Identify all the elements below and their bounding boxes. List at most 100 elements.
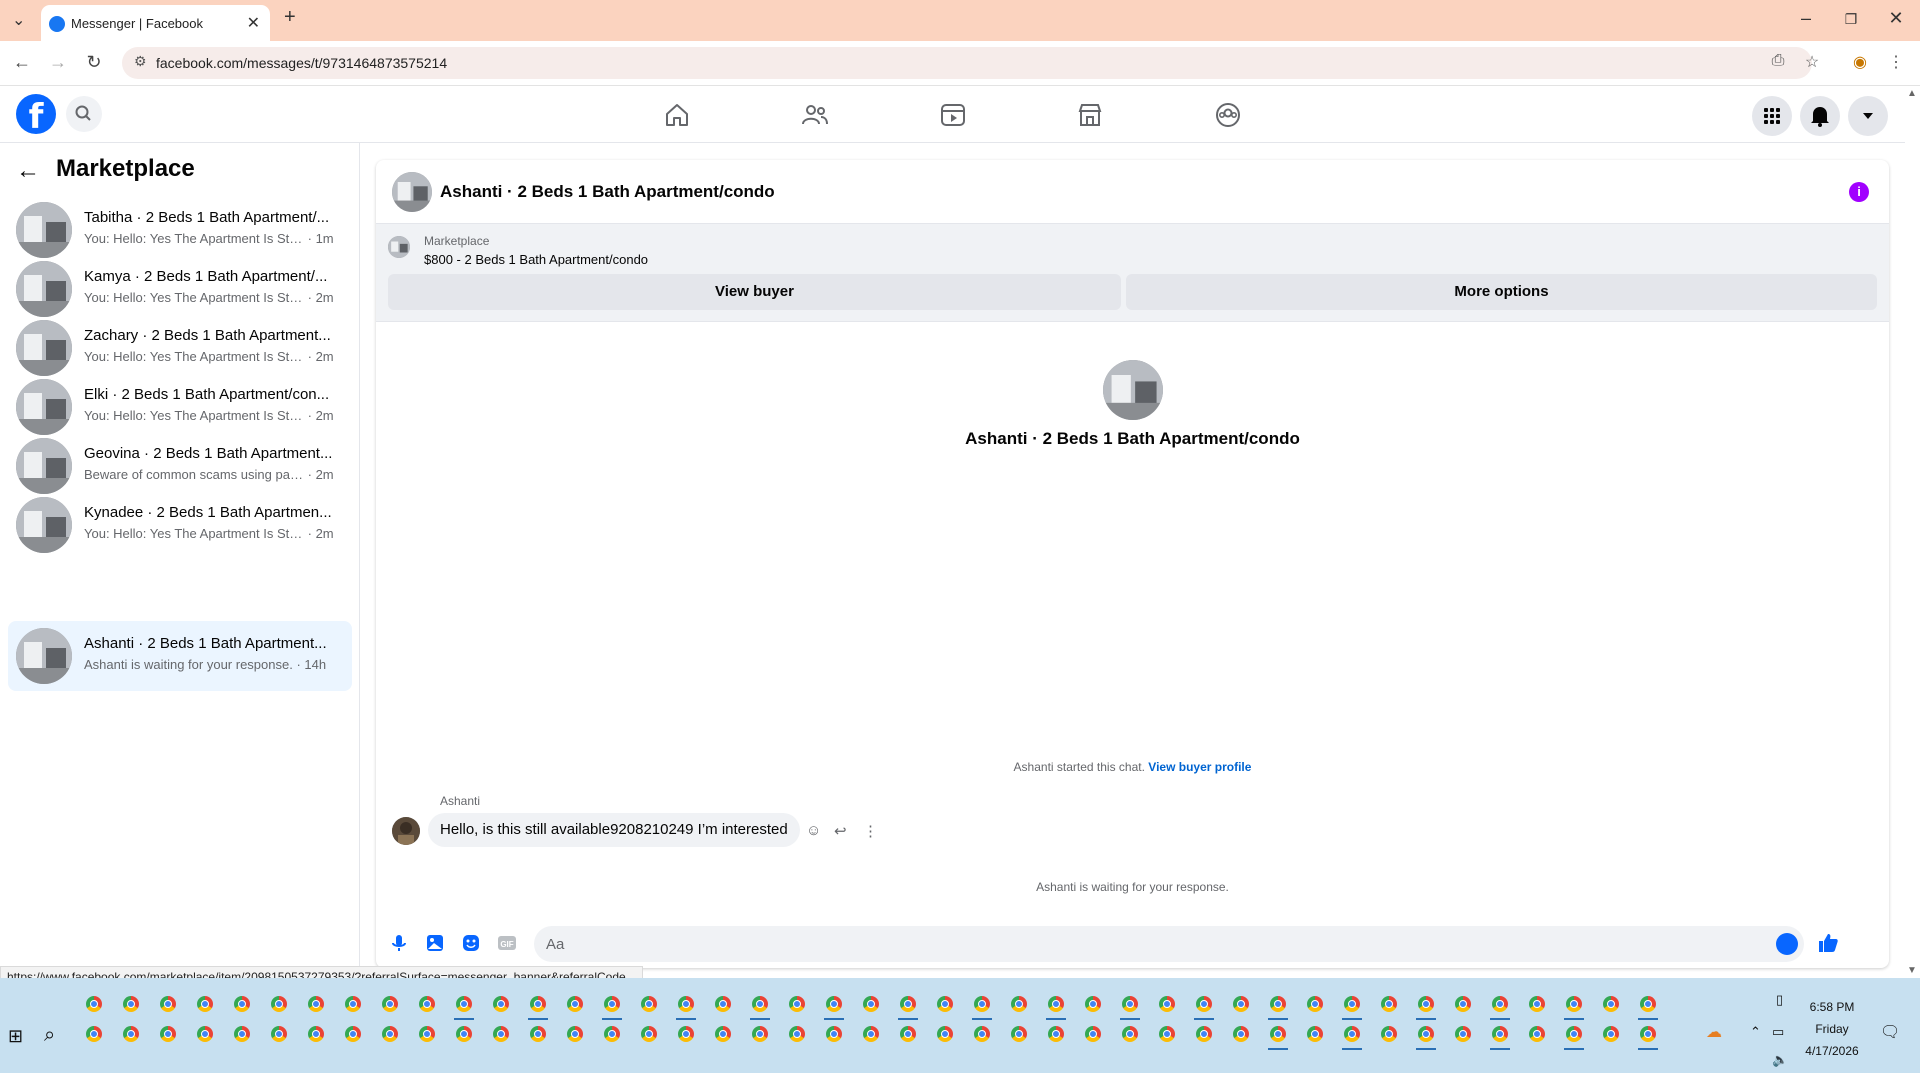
back-arrow-icon[interactable]: ← — [16, 157, 40, 185]
tab-close-icon[interactable]: ✕ — [247, 13, 260, 33]
chrome-taskbar-icon[interactable] — [1344, 996, 1360, 1012]
forward-icon[interactable]: → — [46, 52, 70, 73]
chrome-taskbar-icon[interactable] — [1196, 996, 1212, 1012]
chrome-taskbar-icon[interactable] — [900, 1026, 916, 1042]
chrome-taskbar-icon[interactable] — [1085, 996, 1101, 1012]
chrome-taskbar-icon[interactable] — [345, 996, 361, 1012]
chrome-taskbar-icon[interactable] — [678, 996, 694, 1012]
chrome-taskbar-icon[interactable] — [197, 1026, 213, 1042]
battery-icon[interactable]: ▯ — [1776, 992, 1783, 1008]
reload-icon[interactable]: ↻ — [82, 52, 106, 73]
chrome-taskbar-icon[interactable] — [974, 1026, 990, 1042]
chrome-taskbar-icon[interactable] — [1529, 996, 1545, 1012]
chrome-taskbar-icon[interactable] — [1566, 1026, 1582, 1042]
chrome-taskbar-icon[interactable] — [974, 996, 990, 1012]
chrome-taskbar-icon[interactable] — [826, 1026, 842, 1042]
chrome-taskbar-icon[interactable] — [1233, 1026, 1249, 1042]
friends-icon[interactable] — [800, 100, 830, 130]
chrome-taskbar-icon[interactable] — [863, 996, 879, 1012]
windows-start-icon[interactable]: ⊞ — [8, 1026, 23, 1047]
chrome-taskbar-icon[interactable] — [1270, 996, 1286, 1012]
message-input[interactable]: Aa — [534, 926, 1804, 962]
tab-search-icon[interactable]: ⌄ — [12, 10, 25, 30]
listing-link[interactable]: $800 - 2 Beds 1 Bath Apartment/condo — [424, 252, 648, 267]
view-buyer-profile-link[interactable]: View buyer profile — [1148, 760, 1251, 774]
chrome-taskbar-icon[interactable] — [1381, 1026, 1397, 1042]
chrome-taskbar-icon[interactable] — [160, 1026, 176, 1042]
chrome-taskbar-icon[interactable] — [1492, 996, 1508, 1012]
chrome-taskbar-icon[interactable] — [789, 1026, 805, 1042]
chrome-taskbar-icon[interactable] — [1233, 996, 1249, 1012]
chrome-taskbar-icon[interactable] — [234, 1026, 250, 1042]
scroll-down-icon[interactable]: ▼ — [1907, 965, 1917, 976]
chrome-taskbar-icon[interactable] — [1455, 1026, 1471, 1042]
site-info-icon[interactable]: ⚙ — [134, 53, 147, 70]
back-icon[interactable]: ← — [10, 52, 34, 73]
chrome-taskbar-icon[interactable] — [530, 1026, 546, 1042]
intro-avatar[interactable] — [1102, 360, 1163, 420]
restore-icon[interactable]: ❐ — [1831, 11, 1871, 28]
chrome-taskbar-icon[interactable] — [123, 1026, 139, 1042]
chrome-taskbar-icon[interactable] — [345, 1026, 361, 1042]
chrome-taskbar-icon[interactable] — [1011, 1026, 1027, 1042]
window-close-icon[interactable]: ✕ — [1876, 8, 1916, 29]
tray-chevron-icon[interactable]: ⌃ — [1750, 1024, 1761, 1040]
page-scrollbar[interactable]: ▲ ▼ — [1905, 86, 1920, 978]
notification-center-icon[interactable]: 🗨 — [1880, 1022, 1900, 1042]
chrome-taskbar-icon[interactable] — [1122, 996, 1138, 1012]
chrome-taskbar-icon[interactable] — [567, 996, 583, 1012]
chrome-taskbar-icon[interactable] — [1159, 1026, 1175, 1042]
chrome-taskbar-icon[interactable] — [160, 996, 176, 1012]
emoji-icon[interactable] — [1776, 933, 1798, 955]
react-icon[interactable]: ☺ — [806, 822, 821, 839]
chrome-taskbar-icon[interactable] — [937, 1026, 953, 1042]
chrome-taskbar-icon[interactable] — [1159, 996, 1175, 1012]
volume-icon[interactable]: 🔈 — [1772, 1052, 1788, 1068]
thumbs-up-icon[interactable] — [1816, 931, 1840, 955]
chrome-taskbar-icon[interactable] — [937, 996, 953, 1012]
chrome-taskbar-icon[interactable] — [456, 1026, 472, 1042]
chrome-taskbar-icon[interactable] — [1011, 996, 1027, 1012]
new-tab-icon[interactable]: + — [284, 6, 296, 29]
chrome-taskbar-icon[interactable] — [419, 996, 435, 1012]
chrome-taskbar-icon[interactable] — [900, 996, 916, 1012]
chrome-taskbar-icon[interactable] — [1640, 1026, 1656, 1042]
chrome-taskbar-icon[interactable] — [1566, 996, 1582, 1012]
chrome-taskbar-icon[interactable] — [715, 996, 731, 1012]
chrome-taskbar-icon[interactable] — [493, 996, 509, 1012]
chrome-taskbar-icon[interactable] — [789, 996, 805, 1012]
more-options-button[interactable]: More options — [1126, 274, 1877, 310]
browser-menu-icon[interactable]: ⋮ — [1884, 52, 1908, 72]
taskbar-search-icon[interactable]: ⌕ — [44, 1024, 55, 1047]
fb-search-button[interactable] — [66, 96, 102, 132]
chrome-taskbar-icon[interactable] — [86, 1026, 102, 1042]
chrome-taskbar-icon[interactable] — [752, 1026, 768, 1042]
network-icon[interactable]: ▭ — [1772, 1024, 1784, 1040]
chrome-taskbar-icon[interactable] — [1270, 1026, 1286, 1042]
chrome-taskbar-icon[interactable] — [1196, 1026, 1212, 1042]
chrome-taskbar-icon[interactable] — [1603, 1026, 1619, 1042]
chrome-taskbar-icon[interactable] — [1122, 1026, 1138, 1042]
chat-avatar[interactable] — [392, 172, 432, 212]
reply-icon[interactable]: ↩ — [834, 822, 847, 840]
marketplace-icon[interactable] — [1075, 100, 1105, 130]
chrome-taskbar-icon[interactable] — [271, 1026, 287, 1042]
chrome-taskbar-icon[interactable] — [1640, 996, 1656, 1012]
profile-icon[interactable]: ◉ — [1848, 52, 1872, 72]
chrome-taskbar-icon[interactable] — [1048, 1026, 1064, 1042]
conversation-item-active[interactable]: Ashanti · 2 Beds 1 Bath Apartment... Ash… — [8, 621, 352, 691]
chrome-taskbar-icon[interactable] — [1529, 1026, 1545, 1042]
chrome-taskbar-icon[interactable] — [1307, 1026, 1323, 1042]
chrome-taskbar-icon[interactable] — [1418, 1026, 1434, 1042]
chrome-taskbar-icon[interactable] — [1418, 996, 1434, 1012]
chrome-taskbar-icon[interactable] — [1381, 996, 1397, 1012]
taskbar-clock[interactable]: 6:58 PM Friday 4/17/2026 — [1792, 996, 1872, 1062]
minimize-icon[interactable]: – — [1786, 8, 1826, 29]
message-bubble[interactable]: Hello, is this still available9208210249… — [428, 813, 800, 847]
more-icon[interactable]: ⋮ — [863, 822, 878, 840]
chrome-taskbar-icon[interactable] — [567, 1026, 583, 1042]
chrome-taskbar-icon[interactable] — [197, 996, 213, 1012]
chrome-taskbar-icon[interactable] — [1048, 996, 1064, 1012]
chrome-taskbar-icon[interactable] — [604, 1026, 620, 1042]
notifications-button[interactable] — [1800, 96, 1840, 136]
